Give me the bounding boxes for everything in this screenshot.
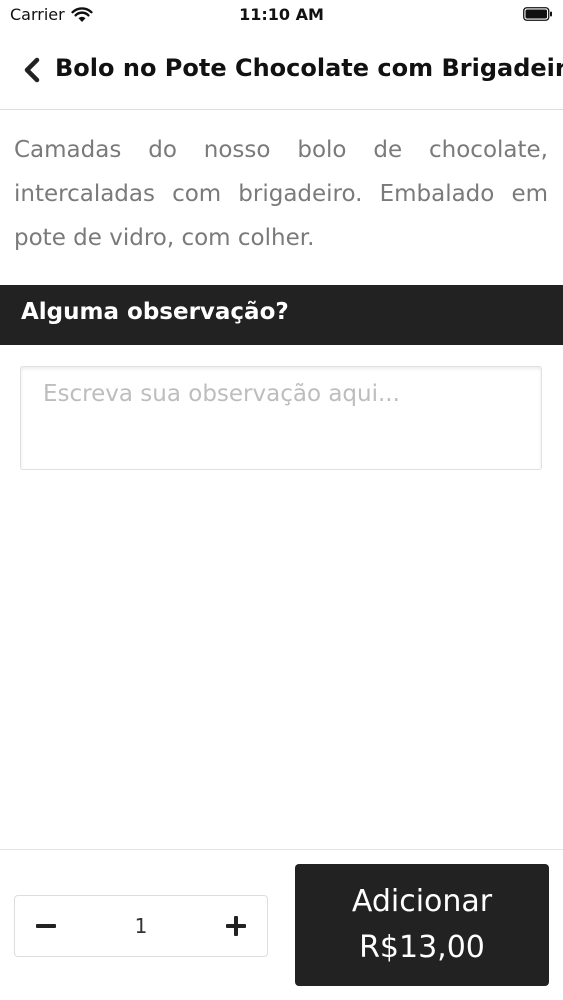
- observation-input[interactable]: [20, 366, 542, 470]
- navigation-bar: Bolo no Pote Chocolate com Brigadeiro: [0, 32, 563, 110]
- page-title: Bolo no Pote Chocolate com Brigadeiro: [55, 54, 563, 82]
- quantity-value: 1: [134, 914, 148, 938]
- minus-icon: [36, 924, 56, 928]
- add-button-price: R$13,00: [359, 930, 485, 965]
- status-bar: Carrier 11:10 AM: [0, 0, 563, 32]
- back-button[interactable]: [14, 52, 50, 88]
- decrease-quantity-button[interactable]: [15, 896, 77, 956]
- quantity-stepper: 1: [14, 895, 268, 957]
- plus-icon: [226, 916, 246, 936]
- add-button-label: Adicionar: [351, 884, 493, 919]
- chevron-left-icon: [24, 57, 40, 83]
- increase-quantity-button[interactable]: [205, 896, 267, 956]
- add-to-cart-button[interactable]: Adicionar R$13,00: [295, 864, 549, 986]
- observation-header-label: Alguma observação?: [21, 299, 289, 325]
- footer-bar: 1 Adicionar R$13,00: [0, 849, 563, 1000]
- observation-section-header: Alguma observação?: [0, 285, 563, 345]
- product-description: Camadas do nosso bolo de chocolate, inte…: [14, 137, 548, 251]
- battery-icon: [523, 7, 552, 21]
- status-time: 11:10 AM: [239, 5, 324, 24]
